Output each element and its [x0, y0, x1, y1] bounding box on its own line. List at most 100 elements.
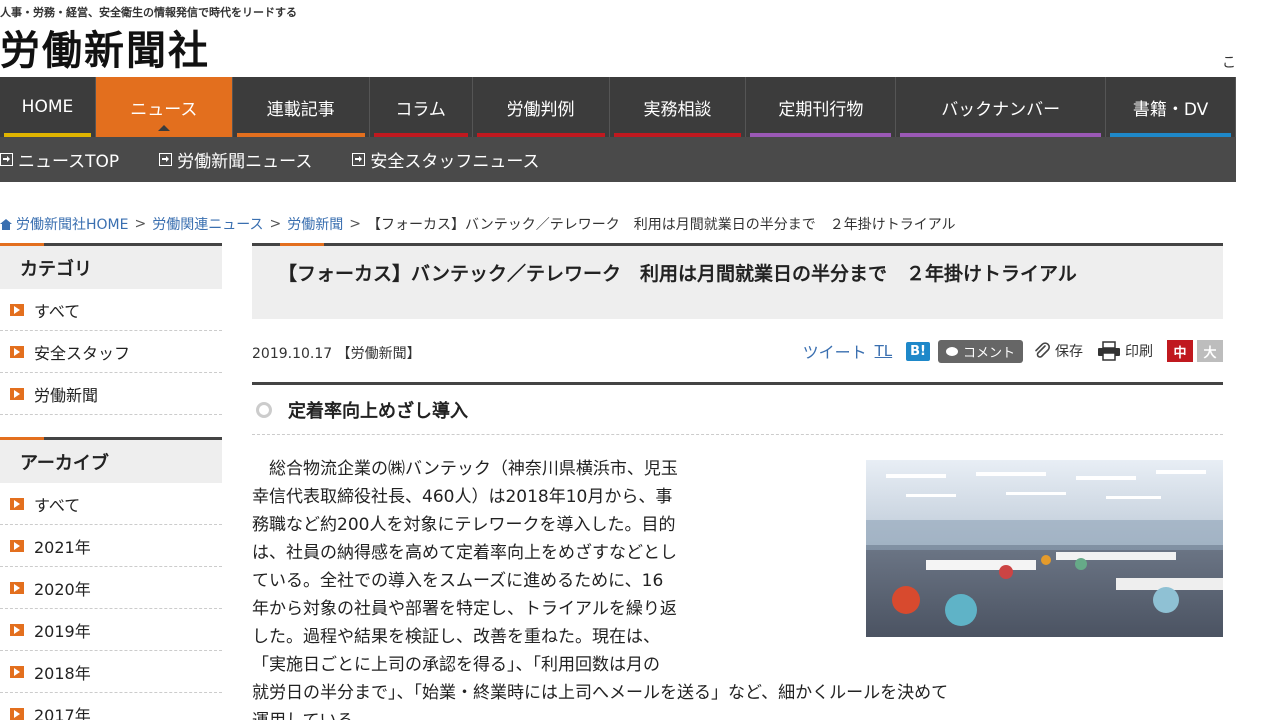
article-date: 2019.10.17: [252, 346, 333, 362]
subnav-item-news-top[interactable]: ニュースTOP: [0, 147, 119, 172]
gnav-label: HOME: [21, 97, 74, 117]
body-line: 幸信代表取締役社長、460人）は2018年10月から、事: [252, 487, 673, 507]
body-line: は、社員の納得感を高めて定着率向上をめざすなどとし: [252, 543, 677, 563]
comment-label: コメント: [962, 345, 1015, 361]
printer-icon: [1098, 341, 1120, 361]
article-meta: 2019.10.17 【労働新聞】 ツイート TL B! コメント 保存 印刷 …: [252, 319, 1223, 385]
archive-label: すべて: [34, 495, 81, 515]
body-line: 総合物流企業の㈱バンテック（神奈川県横浜市、児玉: [252, 459, 678, 479]
archive-label: 2018年: [34, 663, 91, 683]
hatena-bookmark-button[interactable]: B!: [906, 341, 930, 361]
body-line: 運用している。: [252, 707, 1223, 720]
breadcrumb-separator: >: [349, 216, 361, 232]
body-line: 務職など約200人を対象にテレワークを導入した。目的: [252, 515, 676, 535]
arrow-right-icon: [10, 387, 24, 400]
sub-nav: ニュースTOP 労働新聞ニュース 安全スタッフニュース: [0, 137, 1236, 182]
archive-item[interactable]: 2020年: [0, 567, 222, 609]
gnav-item-3[interactable]: コラム: [370, 77, 473, 137]
archive-heading: アーカイブ: [0, 437, 222, 483]
arrow-right-icon: [10, 665, 24, 678]
gnav-item-7[interactable]: バックナンバー: [896, 77, 1107, 137]
gnav-item-1[interactable]: ニュース: [95, 77, 233, 137]
section-heading: 定着率向上めざし導入: [252, 385, 1223, 435]
gnav-label: ニュース: [130, 99, 198, 120]
body-line: ている。全社での導入をスムーズに進めるために、16: [252, 571, 664, 591]
article-photo: [866, 460, 1223, 637]
arrow-right-icon: [10, 623, 24, 636]
breadcrumb-news[interactable]: 労働関連ニュース: [152, 214, 263, 234]
gnav-item-8[interactable]: 書籍・DV: [1106, 77, 1236, 137]
archive-item[interactable]: 2019年: [0, 609, 222, 651]
breadcrumb-home[interactable]: 労働新聞社HOME: [16, 214, 128, 234]
sidebar: カテゴリ すべて 安全スタッフ 労働新聞 アーカイブ すべて 2021年 2020年 20…: [0, 243, 222, 720]
save-button[interactable]: 保存: [1033, 341, 1083, 361]
arrow-right-icon: [10, 497, 24, 510]
breadcrumb-rodo[interactable]: 労働新聞: [287, 214, 343, 234]
home-icon: [0, 218, 12, 230]
article-body-text-continued: 就労日の半分まで」、「始業・終業時には上司へメールを送る」など、細かくルールを決…: [252, 679, 1223, 720]
print-label: 印刷: [1125, 344, 1153, 360]
breadcrumb-separator: >: [269, 216, 282, 232]
font-size-large-button[interactable]: 大: [1197, 340, 1223, 362]
category-item[interactable]: すべて: [0, 289, 222, 331]
gnav-item-0[interactable]: HOME: [0, 77, 96, 137]
archive-label: 2021年: [34, 537, 91, 557]
archive-label: 2020年: [34, 579, 91, 599]
gnav-label: バックナンバー: [941, 99, 1061, 120]
page: 人事・労務・経営、安全衛生の情報発信で時代をリードする 労働新聞社 こ HOME…: [0, 0, 1236, 720]
category-item[interactable]: 安全スタッフ: [0, 331, 222, 373]
subnav-label: ニュースTOP: [18, 152, 120, 172]
tl-link[interactable]: TL: [875, 342, 893, 360]
site-logo[interactable]: 労働新聞社: [0, 18, 210, 76]
archive-item[interactable]: すべて: [0, 483, 222, 525]
archive-list: すべて 2021年 2020年 2019年 2018年 2017年: [0, 483, 222, 720]
font-size-medium-button[interactable]: 中: [1167, 340, 1193, 362]
article-source: 【労働新聞】: [336, 346, 421, 362]
body-line: した。過程や結果を検証し、改善を重ねた。現在は、: [252, 627, 660, 647]
link-arrow-icon: [352, 153, 366, 166]
gnav-item-4[interactable]: 労働判例: [473, 77, 610, 137]
article-body-text: 総合物流企業の㈱バンテック（神奈川県横浜市、児玉 幸信代表取締役社長、460人）は…: [252, 455, 832, 679]
archive-item[interactable]: 2018年: [0, 651, 222, 693]
category-item[interactable]: 労働新聞: [0, 373, 222, 415]
print-button[interactable]: 印刷: [1097, 341, 1153, 361]
arrow-right-icon: [10, 345, 24, 358]
global-nav: HOME ニュース 連載記事 コラム 労働判例 実務相談 定期刊行物 バックナンバー 書籍・DV: [0, 77, 1236, 137]
gnav-label: 労働判例: [506, 99, 575, 120]
gnav-label: 書籍・DV: [1132, 99, 1209, 120]
gnav-label: 連載記事: [266, 99, 335, 120]
subnav-item-rodo-news[interactable]: 労働新聞ニュース: [159, 147, 312, 172]
breadcrumb-separator: >: [134, 216, 147, 232]
arrow-right-icon: [10, 581, 24, 594]
gnav-label: 実務相談: [643, 99, 712, 120]
article-body: 総合物流企業の㈱バンテック（神奈川県横浜市、児玉 幸信代表取締役社長、460人）は…: [252, 455, 1223, 720]
section-title: 定着率向上めざし導入: [288, 400, 468, 422]
office-photo-image: [866, 460, 1223, 637]
arrow-right-icon: [10, 303, 24, 316]
comment-button[interactable]: コメント: [937, 339, 1023, 363]
arrow-right-icon: [10, 707, 24, 720]
archive-label: 2019年: [34, 621, 91, 641]
gnav-label: コラム: [395, 99, 446, 120]
subnav-item-safety-news[interactable]: 安全スタッフニュース: [352, 147, 539, 172]
share-tools: ツイート TL B! コメント 保存 印刷 中 大: [803, 339, 1223, 363]
arrow-right-icon: [10, 539, 24, 552]
link-arrow-icon: [0, 153, 13, 166]
category-label: 安全スタッフ: [34, 343, 131, 363]
category-heading: カテゴリ: [0, 243, 222, 289]
save-label: 保存: [1055, 344, 1083, 360]
speech-bubble-icon: [945, 346, 958, 356]
header-right-text: こ: [1222, 55, 1236, 71]
active-caret-icon: [157, 125, 170, 131]
breadcrumb-current: 【フォーカス】バンテック／テレワーク 利用は月間就業日の半分まで ２年掛けトライ…: [367, 217, 956, 233]
gnav-item-6[interactable]: 定期刊行物: [746, 77, 897, 137]
archive-item[interactable]: 2021年: [0, 525, 222, 567]
subnav-label: 安全スタッフニュース: [370, 152, 540, 172]
archive-item[interactable]: 2017年: [0, 693, 222, 720]
gnav-item-5[interactable]: 実務相談: [610, 77, 747, 137]
gnav-item-2[interactable]: 連載記事: [233, 77, 370, 137]
category-list: すべて安全スタッフ労働新聞: [0, 289, 222, 415]
subnav-label: 労働新聞ニュース: [177, 152, 313, 172]
tweet-link[interactable]: ツイート: [803, 339, 867, 363]
article-title: 【フォーカス】バンテック／テレワーク 利用は月間就業日の半分まで ２年掛けトライ…: [252, 243, 1223, 319]
